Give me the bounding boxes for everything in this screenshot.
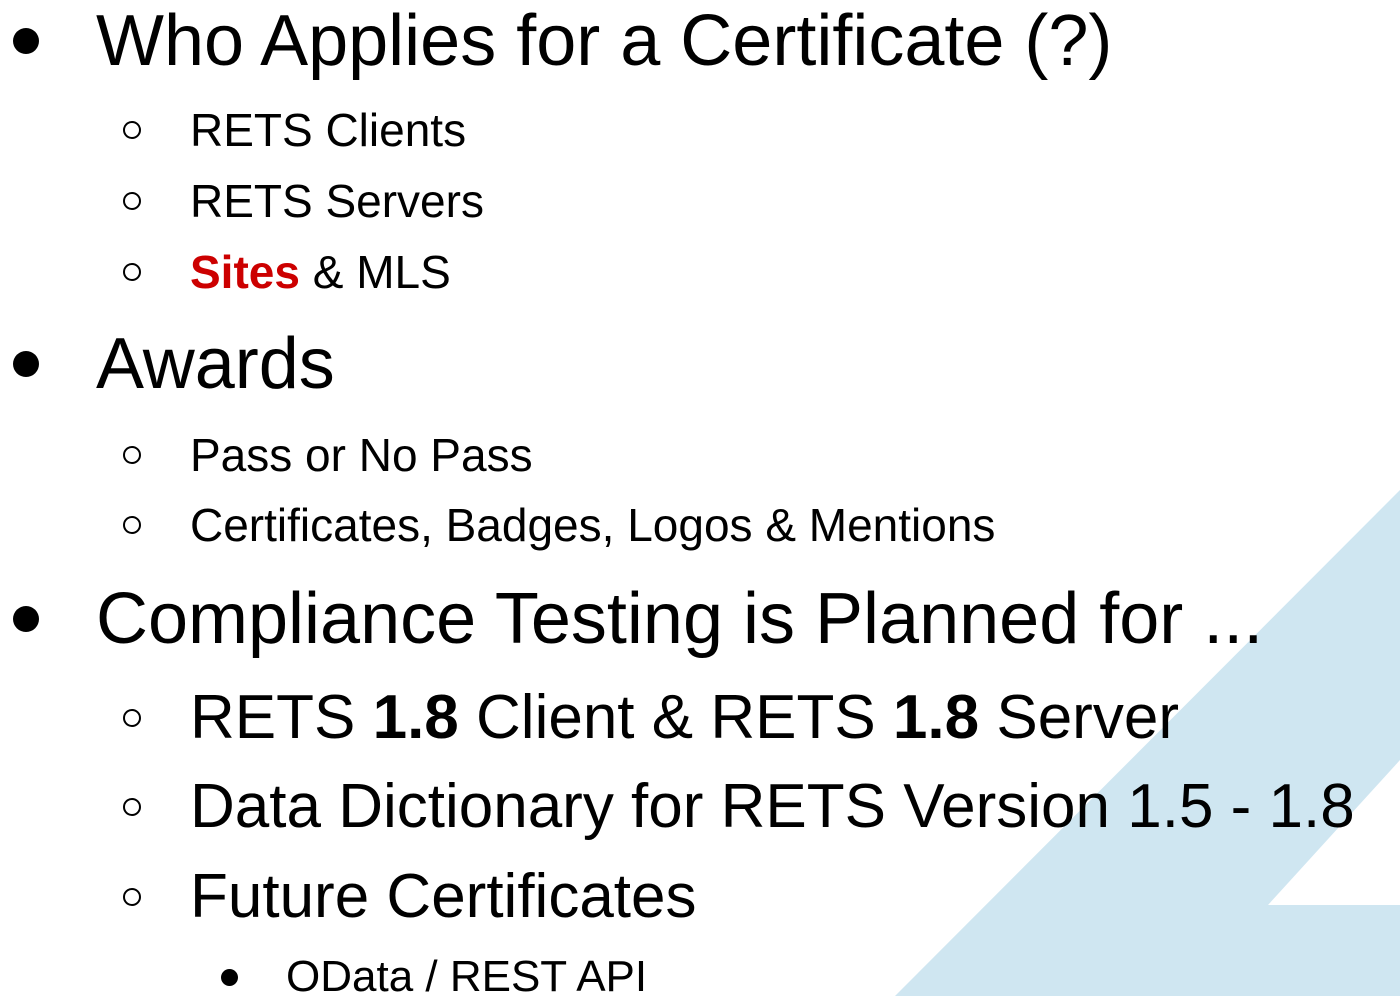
bullet-circle-icon	[123, 516, 141, 534]
list-item-future-certificates: Future Certificates	[190, 866, 697, 928]
bullet-circle-icon	[123, 709, 141, 727]
list-item-text: RETS Servers	[190, 175, 484, 227]
version-number-text: 1.8	[372, 683, 459, 752]
bullet-circle-icon	[123, 798, 141, 816]
bullet-circle-icon	[123, 121, 141, 139]
list-item-text: OData / REST API	[286, 952, 648, 1001]
bullet-disc-icon	[221, 969, 238, 986]
bullet-disc-icon	[13, 351, 39, 377]
list-item-sites-mls: Sites & MLS	[190, 249, 451, 295]
bullet-circle-icon	[123, 192, 141, 210]
section-heading-who-applies: Who Applies for a Certificate (?)	[96, 5, 1112, 77]
sub-list-item-odata-rest: OData / REST API	[286, 955, 647, 999]
bullet-circle-icon	[123, 888, 141, 906]
list-item-text: Pass or No Pass	[190, 429, 533, 481]
slide-content: Who Applies for a Certificate (?) RETS C…	[0, 0, 1400, 999]
highlight-text-sites: Sites	[190, 246, 300, 298]
list-item-text: Certificates, Badges, Logos & Mentions	[190, 499, 996, 551]
bullet-disc-icon	[13, 28, 39, 54]
list-item-text: Server	[979, 683, 1179, 752]
list-item-text: Data Dictionary for RETS Version 1.5 - 1…	[190, 772, 1355, 841]
list-item-text: Future Certificates	[190, 862, 697, 931]
list-item-pass-no-pass: Pass or No Pass	[190, 432, 533, 478]
list-item-data-dictionary: Data Dictionary for RETS Version 1.5 - 1…	[190, 776, 1355, 838]
version-number-text: 1.8	[892, 683, 980, 752]
section-heading-text: Who Applies for a Certificate (?)	[96, 1, 1113, 81]
section-heading-text: Awards	[96, 324, 335, 404]
list-item-text: RETS	[190, 683, 373, 752]
list-item-rets-servers: RETS Servers	[190, 178, 484, 224]
list-item-rets-18: RETS 1.8 Client & RETS 1.8 Server	[190, 687, 1179, 749]
list-item-text: RETS Clients	[190, 104, 467, 156]
list-item-text: Client & RETS	[458, 683, 893, 752]
section-heading-text: Compliance Testing is Planned for ...	[96, 579, 1264, 659]
section-heading-compliance-testing: Compliance Testing is Planned for ...	[96, 583, 1263, 655]
list-item-text: & MLS	[299, 246, 451, 298]
bullet-circle-icon	[123, 446, 141, 464]
bullet-disc-icon	[13, 606, 39, 632]
list-item-certificates-badges: Certificates, Badges, Logos & Mentions	[190, 502, 995, 548]
bullet-circle-icon	[123, 263, 141, 281]
list-item-rets-clients: RETS Clients	[190, 107, 466, 153]
section-heading-awards: Awards	[96, 328, 335, 400]
